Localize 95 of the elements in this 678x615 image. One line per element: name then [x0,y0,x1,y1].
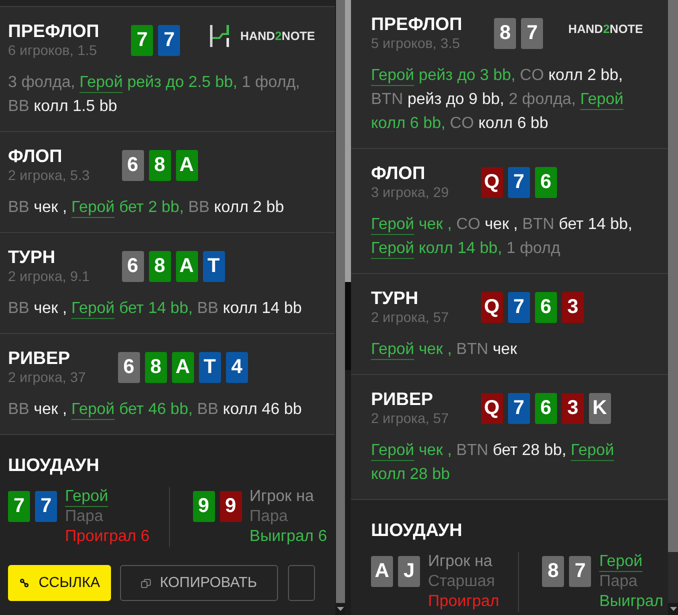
playing-card: 8 [494,18,516,49]
playing-card: 8 [542,556,564,587]
street-info: 3 игрока, 29 [371,183,449,201]
playing-card: 7 [508,393,530,424]
scroll-down-button[interactable] [336,603,345,615]
hand-rank: Пара [599,572,638,592]
hero-link[interactable]: Герой [570,442,614,459]
street-info: 2 игрока, 9.1 [8,267,90,285]
hero-link[interactable]: Герой [599,552,642,572]
playing-card: Q [480,393,503,424]
result-text: Выиграл 6 [250,527,327,547]
playing-card: 7 [508,167,530,198]
playing-card: K [588,393,611,424]
street-title: ПРЕФЛОП [8,21,100,41]
logo-text: HAND2NOTE [568,22,643,36]
section-title: ШОУДАУН [8,455,100,475]
link-button[interactable]: ССЫЛКА [8,565,111,601]
logo-text: HAND2NOTE [240,29,315,43]
playing-card: 3 [562,393,584,424]
action-summary: Герой чек , CO чек , BTN бет 14 bb, Герой колл 14 bb, 1 фолд [371,215,634,259]
street-info: 5 игроков, 3.5 [371,34,460,52]
playing-card: J [398,556,420,587]
caret-down-icon [337,607,344,611]
playing-card: 7 [131,25,154,56]
action-summary: BB чек , Герой бет 2 bb, BB колл 2 bb [8,198,286,218]
playing-card: 7 [569,556,592,587]
hero-link[interactable]: Герой [71,300,115,317]
action-summary: Герой рейз до 3 bb, CO колл 2 bb, BTN рейз до 9 bb, 2 фолда, Герой колл 6 bb, CO колл 6 bb [371,66,624,134]
playing-card: 7 [508,292,530,323]
blank-button[interactable] [288,565,315,601]
chain-link-icon [20,576,29,590]
playing-card: 6 [534,292,557,323]
caret-down-icon [670,607,676,611]
action-summary: 3 фолда, Герой рейз до 2.5 bb, 1 фолд, BB колл 1.5 bb [8,73,301,117]
playing-card: 7 [158,25,180,56]
hand-rank: Старшая [428,572,495,592]
street-info: 2 игрока, 37 [8,368,86,386]
action-summary: BB чек , Герой бет 46 bb, BB колл 46 bb [8,400,303,420]
playing-card: 8 [148,150,171,181]
playing-card: Q [480,167,503,198]
playing-card: 8 [148,251,171,282]
street-info: 2 игрока, 5.3 [8,166,90,184]
playing-card: A [371,556,393,587]
hero-link[interactable]: Герой [580,91,624,108]
playing-card: 6 [122,150,144,181]
street-info: 6 игроков, 1.5 [8,41,97,59]
action-summary: Герой чек , BTN чек [371,340,518,360]
playing-card: T [202,251,225,282]
playing-card: 6 [122,251,144,282]
playing-card: 6 [534,167,557,198]
playing-card: A [176,150,198,181]
section-title: ШОУДАУН [371,520,464,540]
playing-card: T [198,352,221,383]
hero-link[interactable]: Герой [371,442,414,459]
hero-link[interactable]: Герой [80,74,123,91]
player-name: Игрок на [428,552,492,572]
playing-card: 6 [534,393,557,424]
hero-link[interactable]: Герой [371,341,414,358]
street-title: ТУРН [371,288,418,308]
playing-card: Q [480,292,503,323]
result-text: Проиграл 6 [65,527,150,547]
playing-card: A [172,352,194,383]
street-title: ФЛОП [371,163,426,183]
playing-card: 9 [220,491,242,522]
hero-link[interactable]: Герой [371,67,414,84]
action-summary: Герой чек , BTN бет 28 bb, Герой колл 28 bb [371,441,616,485]
playing-card: 7 [8,491,30,522]
street-title: ПРЕФЛОП [371,14,462,34]
player-name: Игрок на [250,487,314,507]
street-title: РИВЕР [8,348,70,368]
hero-link[interactable]: Герой [71,401,115,418]
result-text: Выиграл [599,592,664,612]
result-text: Проиграл [428,592,500,612]
playing-card: 7 [521,18,544,49]
street-title: ТУРН [8,247,56,267]
playing-card: 4 [226,352,248,383]
copy-button[interactable]: КОПИРОВАТЬ [120,565,278,601]
street-info: 2 игрока, 57 [371,409,449,427]
hero-link[interactable]: Герой [371,240,414,257]
playing-card: 7 [35,491,57,522]
playing-card: 8 [144,352,167,383]
street-info: 2 игрока, 57 [371,308,449,326]
playing-card: 6 [118,352,140,383]
hero-link[interactable]: Герой [371,216,414,233]
hand-rank: Пара [250,507,288,527]
scroll-down-button[interactable] [668,603,678,615]
street-title: РИВЕР [371,389,433,409]
playing-card: A [176,251,198,282]
action-summary: BB чек , Герой бет 14 bb, BB колл 14 bb [8,299,303,319]
hand-rank: Пара [65,507,104,527]
hero-link[interactable]: Герой [65,487,108,507]
street-title: ФЛОП [8,146,62,166]
hero-link[interactable]: Герой [71,199,115,216]
playing-card: 9 [192,491,215,522]
playing-card: 3 [562,292,584,323]
